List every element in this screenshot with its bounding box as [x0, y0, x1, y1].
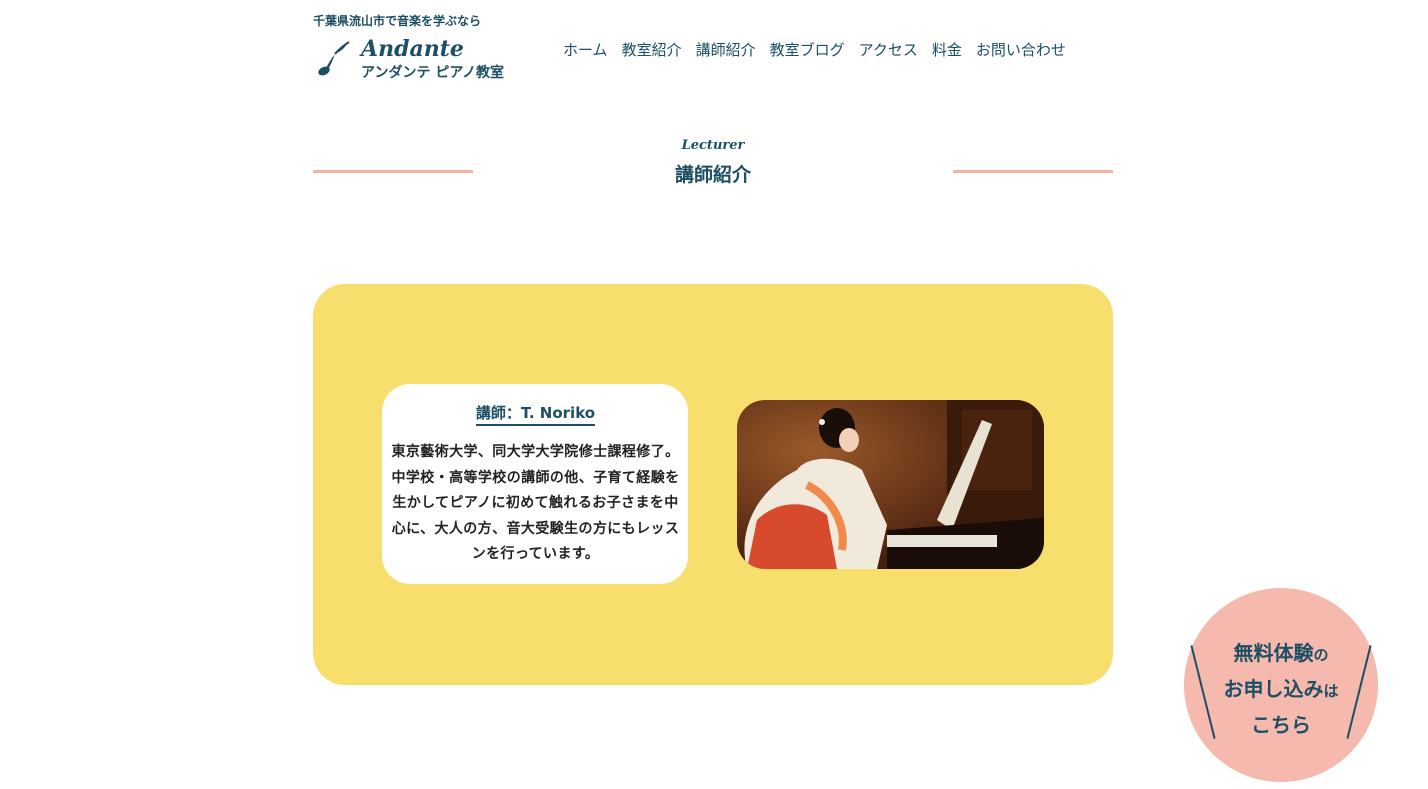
lecturer-card: 講師：T. Noriko 東京藝術大学、同大学大学院修士課程修了。中学校・高等学…	[382, 384, 688, 584]
cta-line2-main: お申し込み	[1223, 677, 1324, 701]
logo-subtitle: アンダンテ ピアノ教室	[361, 65, 505, 81]
section-header: Lecturer 講師紹介	[313, 136, 1113, 196]
nav-item-access[interactable]: アクセス	[859, 38, 918, 61]
cta-line2-suffix: は	[1323, 682, 1339, 700]
free-trial-button[interactable]: 無料体験の お申し込みは こちら	[1184, 588, 1378, 782]
nav-item-about[interactable]: 教室紹介	[622, 38, 682, 61]
cta-line3: こちら	[1251, 713, 1311, 737]
lecturer-bio: 東京藝術大学、同大学大学院修士課程修了。中学校・高等学校の講師の他、子育て経験を…	[391, 444, 680, 562]
nav-item-contact[interactable]: お問い合わせ	[976, 38, 1066, 61]
nav-item-blog[interactable]: 教室ブログ	[770, 38, 845, 61]
lecturer-name: 講師：T. Noriko	[475, 402, 596, 426]
music-note-icon	[318, 41, 350, 76]
section-title-en: Lecturer	[681, 138, 745, 153]
section-title: 講師紹介	[674, 164, 751, 186]
lecturer-panel: 講師：T. Noriko 東京藝術大学、同大学大学院修士課程修了。中学校・高等学…	[313, 284, 1113, 685]
logo-name: Andante	[361, 36, 464, 62]
main-nav: ホーム 教室紹介 講師紹介 教室ブログ アクセス 料金 お問い合わせ	[563, 38, 1066, 61]
lecturer-photo	[737, 400, 1044, 569]
cta-line1-suffix: の	[1313, 646, 1329, 664]
page: 千葉県流山市で音楽を学ぶなら Andante アンダンテ ピアノ教室 ホーム 教…	[0, 0, 1428, 789]
cta-line1-main: 無料体験	[1233, 641, 1314, 665]
nav-item-home[interactable]: ホーム	[563, 38, 608, 61]
site-logo[interactable]: Andante アンダンテ ピアノ教室	[313, 36, 553, 86]
nav-item-lecturer[interactable]: 講師紹介	[696, 38, 756, 61]
nav-item-price[interactable]: 料金	[932, 38, 962, 61]
site-tagline: 千葉県流山市で音楽を学ぶなら	[313, 14, 482, 28]
free-trial-label: 無料体験の お申し込みは こちら	[1184, 636, 1378, 742]
piano-photo-image	[737, 400, 1044, 569]
